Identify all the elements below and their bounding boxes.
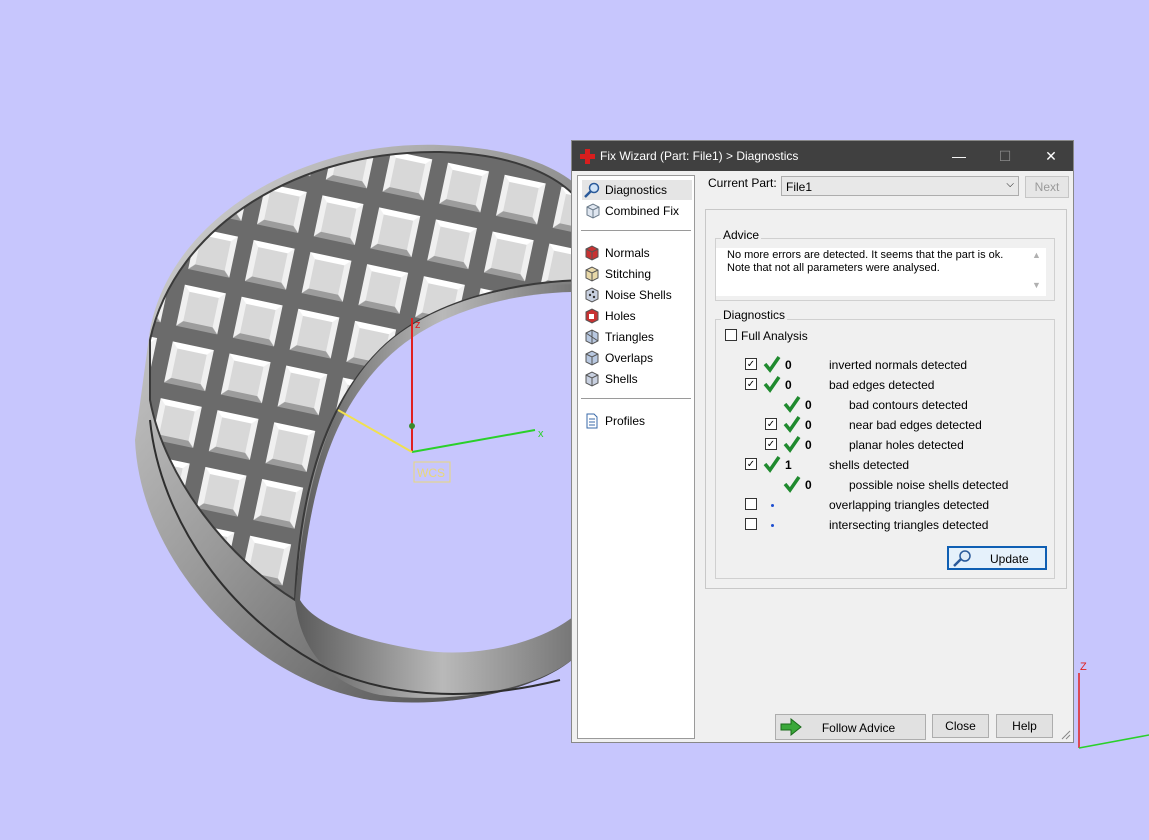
check-icon (763, 356, 781, 373)
nav-item-profiles[interactable]: Profiles (582, 411, 692, 431)
advice-group-title: Advice (721, 228, 762, 242)
wcs-label: WCS (417, 466, 445, 480)
shells-count: 1 (785, 458, 792, 472)
nav-divider (581, 230, 691, 231)
intersecting-triangles-label: intersecting triangles detected (829, 518, 989, 532)
close-window-button[interactable]: ✕ (1028, 141, 1074, 171)
noise-shells-icon (584, 287, 600, 303)
nav-item-stitching[interactable]: Stitching (582, 264, 692, 284)
bad-contours-label: bad contours detected (849, 398, 968, 412)
planar-holes-label: planar holes detected (849, 438, 964, 452)
current-part-select[interactable]: File1 ⌵ (781, 176, 1019, 196)
stitching-cube-icon (584, 266, 600, 282)
full-analysis-label: Full Analysis (741, 329, 808, 343)
overlapping-triangles-label: overlapping triangles detected (829, 498, 990, 512)
cube-icon (584, 203, 600, 219)
check-icon (763, 376, 781, 393)
nav-item-overlaps[interactable]: Overlaps (582, 348, 692, 368)
nav-divider (581, 398, 691, 399)
advice-text: No more errors are detected. It seems th… (727, 249, 1004, 274)
scroll-up-icon[interactable]: ▲ (1032, 250, 1041, 260)
noise-shells-count: 0 (805, 478, 812, 492)
shells-label: shells detected (829, 458, 910, 472)
corner-z-label: Z (1080, 661, 1087, 673)
bad-edges-checkbox[interactable]: ✓ (745, 378, 757, 390)
bad-edges-label: bad edges detected (829, 378, 935, 392)
help-button[interactable]: Help (996, 714, 1053, 738)
shells-cube-icon (584, 371, 600, 387)
check-icon (783, 436, 801, 453)
noise-shells-label: possible noise shells detected (849, 478, 1009, 492)
diagnostics-group-title: Diagnostics (721, 308, 788, 322)
magnifier-icon (952, 549, 974, 570)
check-icon (763, 456, 781, 473)
z-axis-label: z (415, 319, 421, 331)
overlapping-triangles-checkbox[interactable] (745, 498, 757, 510)
next-button[interactable]: Next (1025, 176, 1069, 198)
nav-item-normals[interactable]: Normals (582, 243, 692, 263)
inverted-normals-count: 0 (785, 358, 792, 372)
update-button[interactable]: Update (947, 546, 1047, 570)
check-icon (783, 476, 801, 493)
current-part-value: File1 (786, 180, 813, 194)
nav-item-diagnostics[interactable]: Diagnostics (582, 180, 692, 200)
cross-app-icon (580, 149, 595, 167)
dialog-title: Fix Wizard (Part: File1) > Diagnostics (600, 149, 799, 163)
minimize-button[interactable]: — (936, 141, 982, 171)
holes-cube-icon (584, 308, 600, 324)
maximize-button[interactable]: ☐ (982, 141, 1028, 171)
nav-item-combined-fix[interactable]: Combined Fix (582, 201, 692, 221)
inverted-normals-checkbox[interactable]: ✓ (745, 358, 757, 370)
nav-item-shells[interactable]: Shells (582, 369, 692, 389)
corner-x-axis (1078, 734, 1149, 749)
follow-advice-button[interactable]: Follow Advice (775, 714, 926, 740)
overlaps-cube-icon (584, 350, 600, 366)
intersecting-triangles-checkbox[interactable] (745, 518, 757, 530)
x-axis-label: x (538, 428, 544, 440)
near-bad-edges-count: 0 (805, 418, 812, 432)
scroll-down-icon[interactable]: ▼ (1032, 280, 1041, 290)
chevron-down-icon: ⌵ (1006, 179, 1014, 190)
nav-item-holes[interactable]: Holes (582, 306, 692, 326)
bad-edges-count: 0 (785, 378, 792, 392)
pending-dot-icon (771, 524, 774, 527)
check-icon (783, 416, 801, 433)
wizard-nav-list: Diagnostics Combined Fix Normals Stitchi… (577, 175, 695, 739)
normals-cube-icon (584, 245, 600, 261)
magnifier-icon (584, 182, 600, 198)
fix-wizard-dialog: Fix Wizard (Part: File1) > Diagnostics —… (571, 140, 1074, 743)
planar-holes-count: 0 (805, 438, 812, 452)
bad-contours-count: 0 (805, 398, 812, 412)
resize-grip-icon[interactable] (1061, 730, 1071, 740)
pending-dot-icon (771, 504, 774, 507)
title-bar[interactable]: Fix Wizard (Part: File1) > Diagnostics —… (572, 141, 1073, 171)
full-analysis-checkbox[interactable] (725, 329, 737, 341)
nav-item-triangles[interactable]: Triangles (582, 327, 692, 347)
close-button[interactable]: Close (932, 714, 989, 738)
nav-item-noise-shells[interactable]: Noise Shells (582, 285, 692, 305)
current-part-label: Current Part: (708, 176, 777, 190)
shells-checkbox[interactable]: ✓ (745, 458, 757, 470)
near-bad-edges-label: near bad edges detected (849, 418, 982, 432)
check-icon (783, 396, 801, 413)
inverted-normals-label: inverted normals detected (829, 358, 968, 372)
planar-holes-checkbox[interactable]: ✓ (765, 438, 777, 450)
triangles-cube-icon (584, 329, 600, 345)
near-bad-edges-checkbox[interactable]: ✓ (765, 418, 777, 430)
document-icon (584, 413, 600, 429)
